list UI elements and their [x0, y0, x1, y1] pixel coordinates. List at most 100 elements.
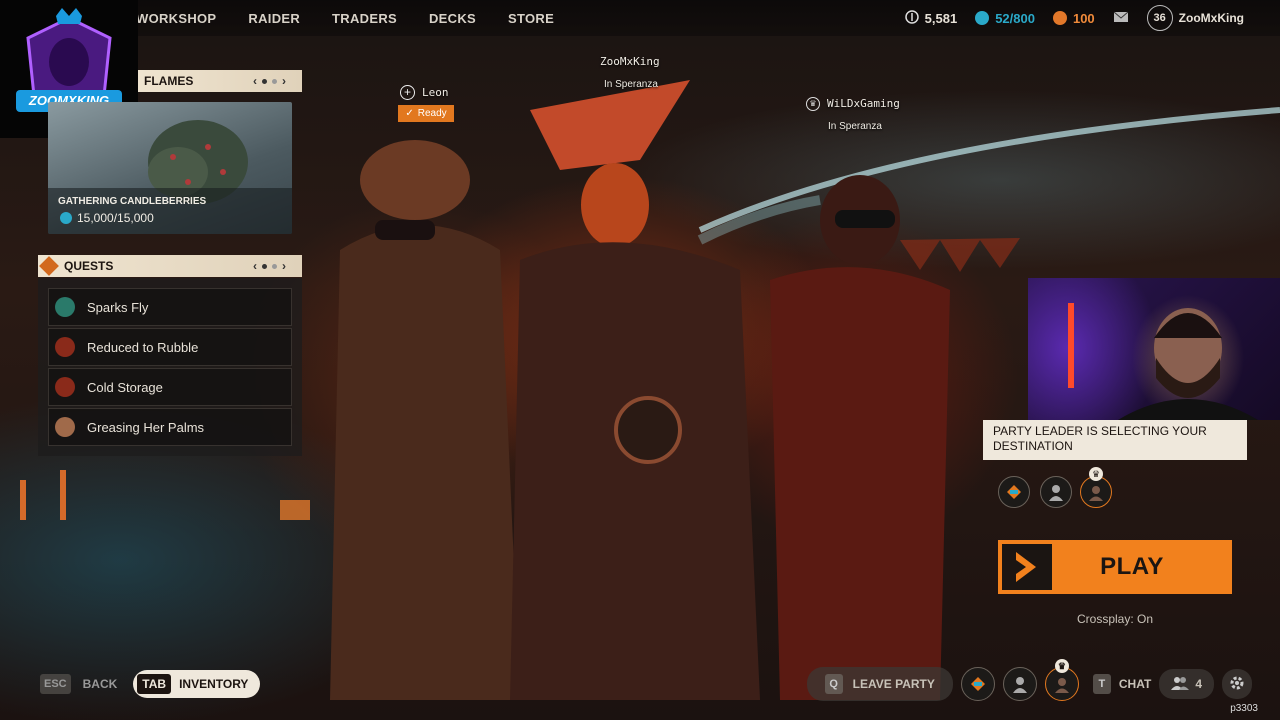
tokens-value: 52/800 [995, 10, 1035, 26]
play-button[interactable]: PLAY [998, 540, 1232, 594]
nav-item-decks[interactable]: DECKS [429, 11, 476, 26]
party-member-avatar-1[interactable] [960, 667, 995, 701]
nav-item-workshop[interactable]: WORKSHOP [136, 11, 216, 26]
token-icon [975, 11, 990, 25]
raider-emblem-icon [1007, 485, 1021, 499]
crown-icon: ♛ [806, 97, 820, 111]
quests-panel-header: QUESTS ‹ › [38, 255, 302, 277]
chevron-right-icon[interactable]: › [282, 259, 286, 273]
chat-button[interactable]: CHAT [1119, 677, 1151, 691]
tokens-stat: 52/800 [975, 11, 1035, 26]
portrait-icon [1049, 485, 1063, 501]
event-panel-header: FLAMES ‹ › [138, 70, 302, 92]
play-chevron-icon [1002, 544, 1052, 590]
webcam-overlay [1028, 278, 1280, 420]
tab-key: TAB [137, 674, 172, 694]
gear-icon [60, 212, 72, 224]
build-code: p3303 [1230, 703, 1258, 714]
quest-label: Greasing Her Palms [87, 419, 205, 435]
raider-emblem-icon [970, 677, 985, 691]
leave-party-button[interactable]: Q LEAVE PARTY [806, 667, 953, 701]
esc-key: ESC [40, 674, 71, 694]
party-member-avatar-2[interactable] [1002, 667, 1037, 701]
chevron-left-icon[interactable]: ‹ [253, 259, 257, 273]
quests-pager: ‹ › [253, 255, 286, 277]
portrait-icon [1089, 486, 1103, 501]
player-name-left: Leon [422, 86, 449, 99]
portrait-icon [1054, 678, 1069, 693]
mail-icon[interactable] [1113, 10, 1129, 26]
pager-dot [272, 78, 277, 84]
cred-stat: 100 [1052, 10, 1095, 26]
quest-item-reduced-to-rubble[interactable]: Reduced to Rubble [48, 328, 292, 366]
party-count: 4 [1195, 677, 1202, 691]
party-leader-crown-icon: ♛ [1089, 467, 1103, 481]
users-icon [1171, 676, 1190, 693]
quest-item-sparks-fly[interactable]: Sparks Fly [48, 288, 292, 326]
player-location-center: In Speranza [604, 79, 658, 90]
level-badge: 36 [1146, 5, 1173, 31]
quests-header-title: QUESTS [64, 259, 114, 273]
quest-label: Sparks Fly [87, 299, 149, 315]
nav-item-raider[interactable]: RAIDER [248, 11, 300, 26]
event-header-title: FLAMES [144, 74, 194, 88]
streamer-webcam-image [1068, 303, 1258, 420]
event-progress-text: 15,000/15,000 [77, 211, 154, 225]
event-card-title: GATHERING CANDLEBERRIES [58, 196, 207, 207]
quest-item-greasing-her-palms[interactable]: Greasing Her Palms [48, 408, 292, 446]
party-member-avatar-2[interactable] [1040, 476, 1072, 508]
back-button[interactable]: BACK [83, 677, 118, 691]
pager-dot [262, 78, 267, 84]
party-leader-crown-icon: ♛ [1054, 659, 1069, 673]
currency-stats: 5,581 52/800 100 36 ZooMxKing [904, 0, 1244, 36]
leave-party-label: LEAVE PARTY [852, 677, 935, 691]
cred-icon [1052, 11, 1067, 25]
gear-icon [1229, 675, 1245, 694]
main-nav: WORKSHOP RAIDER TRADERS DECKS STORE [136, 0, 554, 36]
chevron-left-icon[interactable]: ‹ [253, 74, 257, 88]
quest-label: Reduced to Rubble [87, 339, 199, 355]
quest-giver-avatar-icon [55, 417, 75, 437]
quest-item-cold-storage[interactable]: Cold Storage [48, 368, 292, 406]
crossplay-status: Crossplay: On [1076, 612, 1154, 626]
coins-value: 5,581 [924, 10, 958, 26]
player-name-center: ZooMxKing [600, 55, 660, 68]
ready-badge: ✓ Ready [398, 105, 454, 122]
quest-giver-avatar-icon [55, 377, 75, 397]
username: ZooMxKing [1178, 11, 1244, 25]
portrait-icon [1012, 677, 1027, 693]
party-message-text: PARTY LEADER IS SELECTING YOUR DESTINATI… [993, 424, 1207, 453]
coin-icon [904, 9, 919, 27]
player-location-right: In Speranza [828, 121, 882, 132]
ready-label: Ready [417, 108, 447, 119]
event-card[interactable]: GATHERING CANDLEBERRIES 15,000/15,000 [48, 102, 292, 234]
bottom-right-controls: Q LEAVE PARTY ♛ T CHAT 4 [806, 659, 1252, 704]
party-member-avatar-3[interactable]: ♛ [1044, 659, 1079, 701]
party-member-avatar-1[interactable] [998, 476, 1030, 508]
diamond-icon [39, 256, 59, 276]
nav-item-store[interactable]: STORE [508, 11, 554, 26]
quest-giver-avatar-icon [55, 297, 75, 317]
quest-label: Cold Storage [87, 379, 163, 395]
cred-value: 100 [1072, 10, 1095, 26]
bottom-left-controls: ESC BACK TAB INVENTORY [40, 670, 261, 698]
quest-giver-avatar-icon [55, 337, 75, 357]
play-label: PLAY [1100, 553, 1164, 580]
profile[interactable]: 36 ZooMxKing [1146, 5, 1244, 31]
settings-button[interactable] [1222, 669, 1252, 699]
inventory-label: INVENTORY [179, 677, 249, 691]
nav-item-traders[interactable]: TRADERS [332, 11, 397, 26]
add-friend-icon[interactable]: + [400, 85, 415, 100]
party-status-message: PARTY LEADER IS SELECTING YOUR DESTINATI… [983, 420, 1247, 460]
coins-stat: 5,581 [904, 9, 958, 27]
pager-dot [262, 263, 267, 269]
t-key: T [1092, 674, 1111, 694]
player-name-right: WiLDxGaming [827, 97, 900, 110]
pager-dot [272, 263, 277, 269]
inventory-button[interactable]: TAB INVENTORY [133, 670, 261, 698]
chevron-right-icon[interactable]: › [282, 74, 286, 88]
check-icon: ✓ [405, 108, 414, 119]
party-size-indicator[interactable]: 4 [1159, 669, 1214, 699]
event-pager: ‹ › [253, 70, 286, 92]
q-key: Q [824, 674, 843, 694]
